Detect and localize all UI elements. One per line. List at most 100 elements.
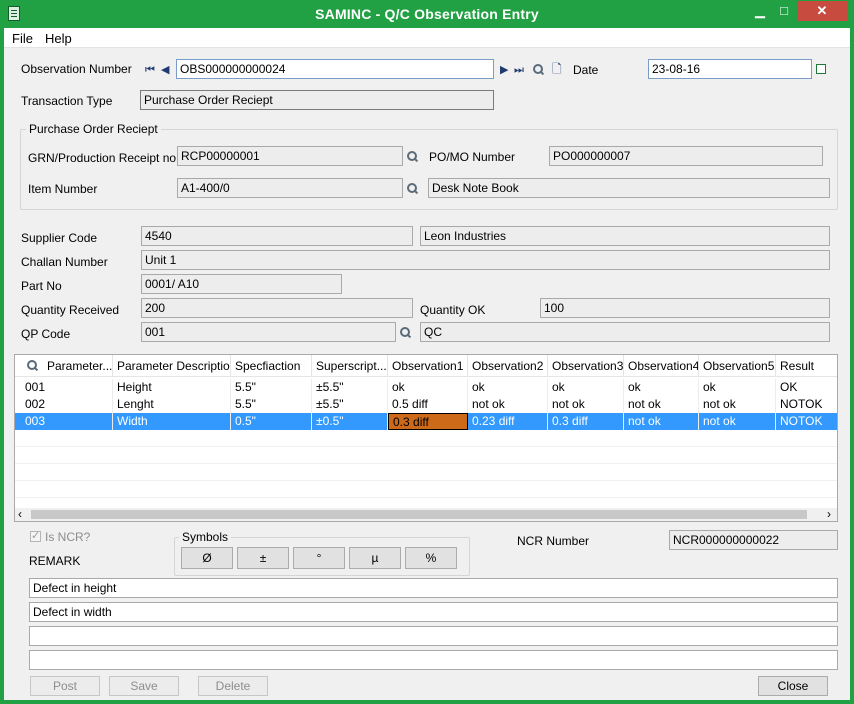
symbol-diameter-button[interactable]: Ø (181, 547, 233, 569)
cell-parameter[interactable]: 002 (21, 396, 113, 413)
parameter-grid[interactable]: Parameter... Parameter Description Specf… (14, 354, 838, 522)
menu-file[interactable]: File (12, 31, 33, 46)
is-ncr-checkbox[interactable] (30, 529, 41, 542)
grn-label: GRN/Production Receipt no (28, 151, 177, 165)
scrollbar-thumb[interactable] (31, 510, 807, 519)
cell-observation3[interactable]: ok (548, 379, 624, 396)
cell-observation4[interactable]: ok (624, 379, 699, 396)
transaction-type-label: Transaction Type (21, 94, 113, 108)
next-record-icon[interactable]: ▶ (500, 64, 508, 76)
cell-parameter[interactable]: 001 (21, 379, 113, 396)
symbol-micro-button[interactable]: µ (349, 547, 401, 569)
cell-description[interactable]: Width (113, 413, 231, 430)
quantity-received-label: Quantity Received (21, 303, 120, 317)
empty-row (15, 430, 837, 447)
cell-parameter[interactable]: 003 (21, 413, 113, 430)
previous-record-icon[interactable]: ◀ (161, 64, 169, 76)
cell-result[interactable]: OK (776, 379, 837, 396)
close-window-button[interactable]: ✕ (797, 1, 847, 21)
po-label: PO/MO Number (429, 150, 516, 164)
quantity-ok-label: Quantity OK (420, 303, 486, 317)
col-observation2[interactable]: Observation2 (468, 355, 548, 377)
symbol-plus-minus-button[interactable]: ± (237, 547, 289, 569)
table-row-selected[interactable]: 003 Width 0.5" ±0.5" 0.3 diff 0.23 diff … (15, 413, 837, 430)
last-record-icon[interactable]: ⏭ (514, 64, 524, 76)
col-result[interactable]: Result (776, 355, 837, 377)
cell-observation2[interactable]: ok (468, 379, 548, 396)
cell-observation5[interactable]: ok (699, 379, 776, 396)
grn-search-icon[interactable] (407, 151, 419, 163)
item-search-icon[interactable] (407, 183, 419, 195)
cell-observation5[interactable]: not ok (699, 413, 776, 430)
calendar-icon[interactable] (816, 64, 826, 74)
col-observation3[interactable]: Observation3 (548, 355, 624, 377)
remark-line-3[interactable] (29, 626, 838, 646)
cell-observation2[interactable]: not ok (468, 396, 548, 413)
observation-search-icon[interactable] (533, 64, 545, 76)
save-button[interactable]: Save (109, 676, 179, 696)
observation-number-field[interactable]: OBS000000000024 (176, 59, 494, 79)
cell-superscript[interactable]: ±5.5" (312, 396, 388, 413)
cell-result[interactable]: NOTOK (776, 413, 837, 430)
delete-button[interactable]: Delete (198, 676, 268, 696)
horizontal-scrollbar[interactable]: ‹ › (15, 507, 837, 521)
item-description-field: Desk Note Book (428, 178, 830, 198)
date-field[interactable]: 23-08-16 (648, 59, 812, 79)
cell-result[interactable]: NOTOK (776, 396, 837, 413)
post-button[interactable]: Post (30, 676, 100, 696)
col-observation4[interactable]: Observation4 (624, 355, 699, 377)
cell-superscript[interactable]: ±0.5" (312, 413, 388, 430)
cell-observation5[interactable]: not ok (699, 396, 776, 413)
table-row[interactable]: 002 Lenght 5.5" ±5.5" 0.5 diff not ok no… (15, 396, 837, 413)
symbol-percent-button[interactable]: % (405, 547, 457, 569)
col-specification[interactable]: Specfiaction (231, 355, 312, 377)
cell-observation1-active[interactable]: 0.3 diff (388, 413, 468, 430)
qp-search-icon[interactable] (400, 327, 412, 339)
table-row[interactable]: 001 Height 5.5" ±5.5" ok ok ok ok ok OK (15, 379, 837, 396)
cell-observation3[interactable]: not ok (548, 396, 624, 413)
col-superscript[interactable]: Superscript... (312, 355, 388, 377)
symbol-degree-button[interactable]: ° (293, 547, 345, 569)
cell-observation2[interactable]: 0.23 diff (468, 413, 548, 430)
cell-observation3[interactable]: 0.3 diff (548, 413, 624, 430)
maximize-button[interactable]: □ (772, 1, 796, 21)
minimize-button[interactable]: ▁ (748, 1, 772, 21)
menu-help[interactable]: Help (45, 31, 72, 46)
close-button[interactable]: Close (758, 676, 828, 696)
empty-row (15, 447, 837, 464)
menu-bar: File Help (4, 28, 850, 48)
empty-row (15, 481, 837, 498)
cell-observation4[interactable]: not ok (624, 413, 699, 430)
scroll-left-icon[interactable]: ‹ (18, 507, 22, 521)
col-parameter[interactable]: Parameter... (43, 355, 113, 377)
challan-number-field: Unit 1 (141, 250, 830, 270)
cell-description[interactable]: Height (113, 379, 231, 396)
cell-superscript[interactable]: ±5.5" (312, 379, 388, 396)
cell-observation1[interactable]: ok (388, 379, 468, 396)
qp-code-field: 001 (141, 322, 396, 342)
cell-specification[interactable]: 0.5" (231, 413, 312, 430)
remark-line-2[interactable]: Defect in width (29, 602, 838, 622)
cell-observation1[interactable]: 0.5 diff (388, 396, 468, 413)
col-observation1[interactable]: Observation1 (388, 355, 468, 377)
grn-field: RCP00000001 (177, 146, 403, 166)
col-parameter-description[interactable]: Parameter Description (113, 355, 231, 377)
cell-specification[interactable]: 5.5" (231, 379, 312, 396)
first-record-icon[interactable]: ⏮ (145, 64, 155, 76)
col-observation5[interactable]: Observation5 (699, 355, 776, 377)
window-title: SAMINC - Q/C Observation Entry (315, 6, 539, 22)
supplier-code-label: Supplier Code (21, 231, 98, 245)
grid-search-icon[interactable] (27, 360, 39, 372)
item-field: A1-400/0 (177, 178, 403, 198)
remark-line-4[interactable] (29, 650, 838, 670)
remark-line-1[interactable]: Defect in height (29, 578, 838, 598)
supplier-name-field: Leon Industries (420, 226, 830, 246)
quantity-ok-field: 100 (540, 298, 830, 318)
observation-number-label: Observation Number (21, 62, 132, 76)
cell-observation4[interactable]: not ok (624, 396, 699, 413)
new-document-icon[interactable]: 🗋 (552, 63, 562, 75)
scroll-right-icon[interactable]: › (827, 507, 831, 521)
cell-description[interactable]: Lenght (113, 396, 231, 413)
quantity-received-field: 200 (141, 298, 413, 318)
cell-specification[interactable]: 5.5" (231, 396, 312, 413)
